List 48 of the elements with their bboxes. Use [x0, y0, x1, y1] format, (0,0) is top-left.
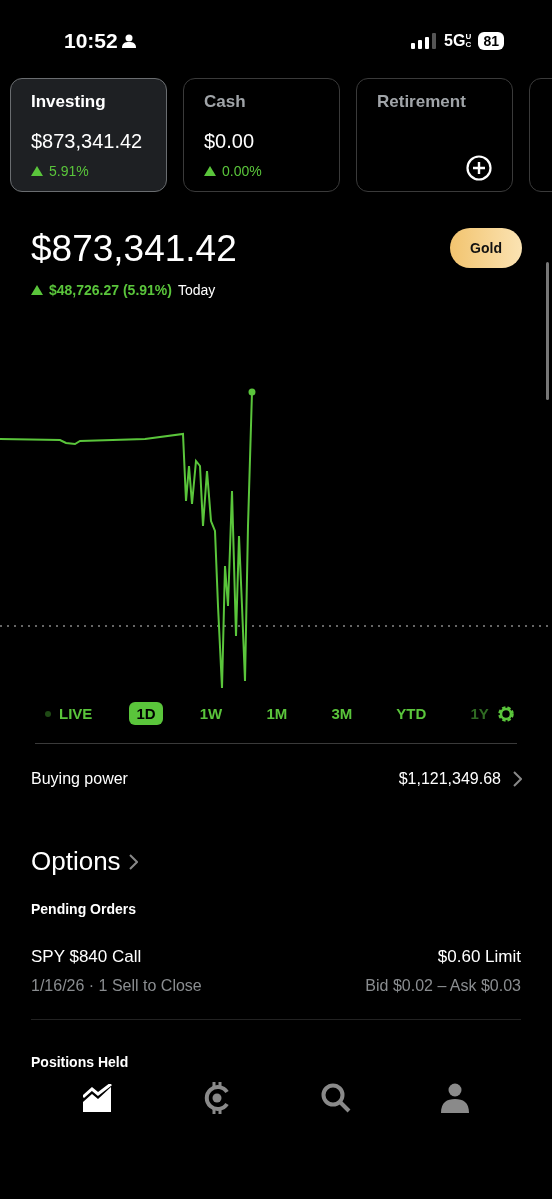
- order-name[interactable]: SPY $840 Call: [31, 947, 202, 967]
- account-value: $873,341.42: [31, 130, 144, 153]
- nav-button[interactable]: [438, 1082, 471, 1114]
- range-tab[interactable]: 1D: [129, 702, 163, 725]
- battery-indicator: 81: [478, 32, 504, 50]
- account-change: 5.91%: [49, 163, 89, 179]
- period-label: Today: [178, 282, 216, 298]
- nav-button[interactable]: [81, 1082, 114, 1114]
- crypto-coin-icon: [202, 1082, 231, 1114]
- up-triangle-icon: [31, 166, 43, 176]
- person-icon: [121, 34, 136, 48]
- nav-button[interactable]: [319, 1082, 352, 1114]
- chevron-right-icon[interactable]: [513, 771, 522, 787]
- account-card[interactable]: Cash $0.00 0.00%: [183, 78, 340, 192]
- up-triangle-icon: [31, 285, 43, 295]
- order-price: $0.60 Limit: [437, 947, 521, 967]
- buying-power-value: $1,121,349.68: [398, 770, 501, 788]
- account-change: 0.00%: [222, 163, 262, 179]
- add-icon[interactable]: [466, 155, 492, 181]
- search-icon: [320, 1083, 351, 1113]
- profile-icon: [440, 1083, 469, 1113]
- account-label: Cash: [204, 92, 247, 112]
- clock: 10:52: [64, 29, 118, 53]
- membership-button[interactable]: Gold: [450, 228, 522, 268]
- account-card[interactable]: Investing $873,341.42 5.91%: [10, 78, 167, 192]
- live-dot-icon: [45, 710, 51, 717]
- range-tab[interactable]: 1M: [259, 702, 295, 725]
- chevron-right-icon[interactable]: [128, 853, 138, 870]
- signal-icon: [411, 33, 438, 49]
- positions-heading: Positions Held: [30, 1053, 130, 1070]
- account-label: Investing: [31, 92, 107, 112]
- chart-icon: [82, 1084, 113, 1112]
- order-detail: 1/16/26 · 1 Sell to Close: [31, 977, 202, 995]
- range-tab[interactable]: 1W: [192, 702, 230, 725]
- day-change: $48,726.27 (5.91%): [49, 282, 172, 298]
- range-tab[interactable]: 3M: [324, 702, 360, 725]
- settings-icon[interactable]: [495, 703, 516, 724]
- account-label: Retirement: [377, 92, 467, 112]
- options-heading[interactable]: Options: [31, 846, 121, 877]
- buying-power-label: Buying power: [31, 770, 128, 788]
- portfolio-value: $873,341.42: [31, 228, 237, 270]
- account-value: $0.00: [204, 130, 256, 153]
- range-tab[interactable]: YTD: [389, 702, 434, 725]
- order-quote: Bid $0.02 – Ask $0.03: [365, 977, 521, 995]
- pending-orders-heading: Pending Orders: [30, 900, 138, 917]
- account-card[interactable]: Retirement: [356, 78, 513, 192]
- up-triangle-icon: [204, 166, 216, 176]
- range-tab[interactable]: LIVE: [38, 702, 100, 725]
